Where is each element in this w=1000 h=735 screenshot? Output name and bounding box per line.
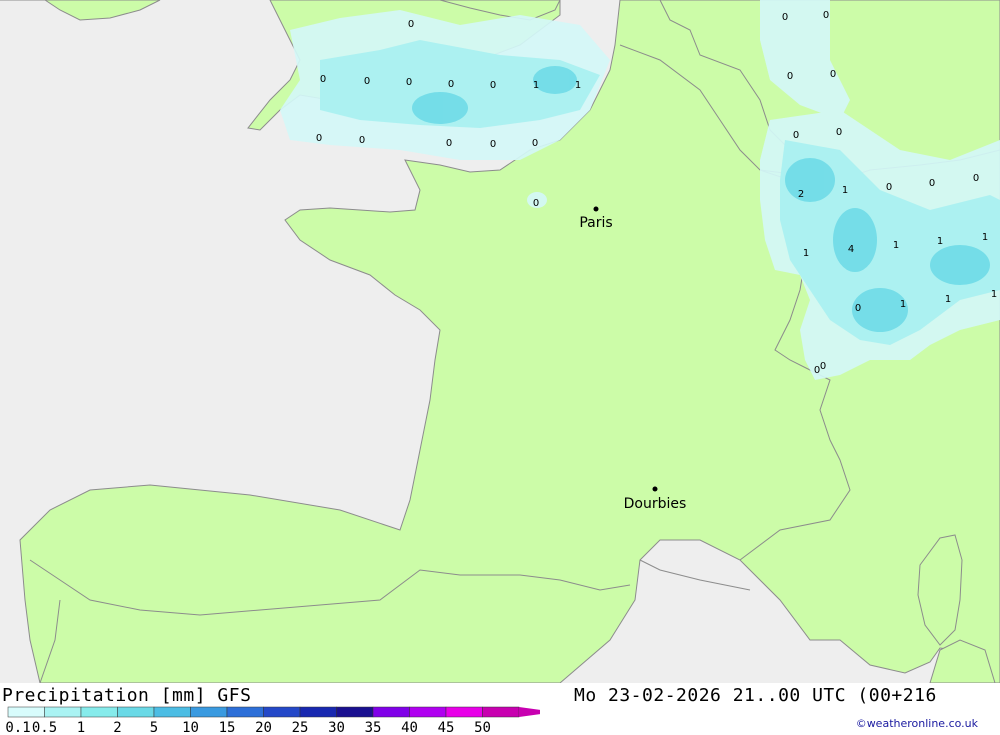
precip-value-label: 1 (533, 80, 539, 91)
precip-value-label: 0 (359, 135, 365, 146)
legend-swatch (44, 706, 82, 718)
precip-value-label: 0 (793, 130, 799, 141)
precip-value-label: 0 (855, 303, 861, 314)
legend-swatch (263, 706, 301, 718)
city-dot (593, 206, 599, 212)
legend-swatch (117, 706, 155, 718)
precip-value-label: 0 (532, 138, 538, 149)
precipitation-map: 00 0 0 0 00 0 01 10 000 00 00 002 10 01141 110 1 10 0 Par… (0, 0, 1000, 683)
precip-value-label: 1 (842, 185, 848, 196)
legend-overflow-arrow (519, 707, 540, 717)
precip-value-label: 0 (787, 71, 793, 82)
precip-value-label: 1 (893, 240, 899, 251)
precip-value-label: 0 (836, 127, 842, 138)
legend-swatch (482, 706, 520, 718)
precip-value-label: 0 (320, 74, 326, 85)
precip-value-label: 1 (982, 232, 988, 243)
legend-swatch (299, 706, 337, 718)
precip-value-label: 1 (900, 299, 906, 310)
precip-value-label: 1 (575, 80, 581, 91)
precip-value-label: 2 (798, 189, 804, 200)
precip-value-label: 4 (848, 244, 854, 255)
color-legend: 0.1 0.5 1 2 5 10 15 20 25 30 35 40 45 50 (5, 706, 540, 735)
legend-swatch (190, 706, 228, 718)
precip-value-label: 0 (316, 133, 322, 144)
precip-value-label: 1 (803, 248, 809, 259)
legend-swatch (336, 706, 374, 718)
city-dot (652, 486, 658, 492)
footer: Precipitation [mm] GFS Mo 23-02-2026 21.… (0, 683, 1000, 735)
precip-value-label: 1 (945, 294, 951, 305)
legend-swatch (226, 706, 264, 718)
legend-swatch (409, 706, 447, 718)
legend-swatch (7, 706, 45, 718)
legend-swatch (372, 706, 410, 718)
precip-value-label: 0 (408, 19, 414, 30)
legend-swatch (153, 706, 191, 718)
precip-value-label: 0 (448, 79, 454, 90)
precip-value-label: 1 (991, 289, 997, 300)
precip-value-label: 0 (929, 178, 935, 189)
precip-value-label: 0 (830, 69, 836, 80)
city-label: Paris (579, 215, 612, 231)
legend-swatch (80, 706, 118, 718)
precip-value-label: 0 (364, 76, 370, 87)
precip-value-label: 1 (937, 236, 943, 247)
precip-value-label: 0 (823, 10, 829, 21)
precip-value-label: 0 (533, 198, 539, 209)
precip-value-label: 0 (973, 173, 979, 184)
city-label: Dourbies (624, 496, 687, 512)
precip-value-label: 0 (406, 77, 412, 88)
precip-value-label: 0 (490, 139, 496, 150)
precip-value-label: 0 (886, 182, 892, 193)
legend-swatch (445, 706, 483, 718)
precip-value-label: 0 (782, 12, 788, 23)
map-title: Precipitation [mm] GFS (2, 685, 252, 706)
credit[interactable]: ©weatheronline.co.uk (856, 717, 978, 730)
datetime-label: Mo 23-02-2026 21..00 UTC (00+216 (574, 685, 937, 706)
precip-value-label: 0 (490, 80, 496, 91)
precip-value-label: 0 (446, 138, 452, 149)
precip-value-label: 0 (820, 361, 826, 372)
